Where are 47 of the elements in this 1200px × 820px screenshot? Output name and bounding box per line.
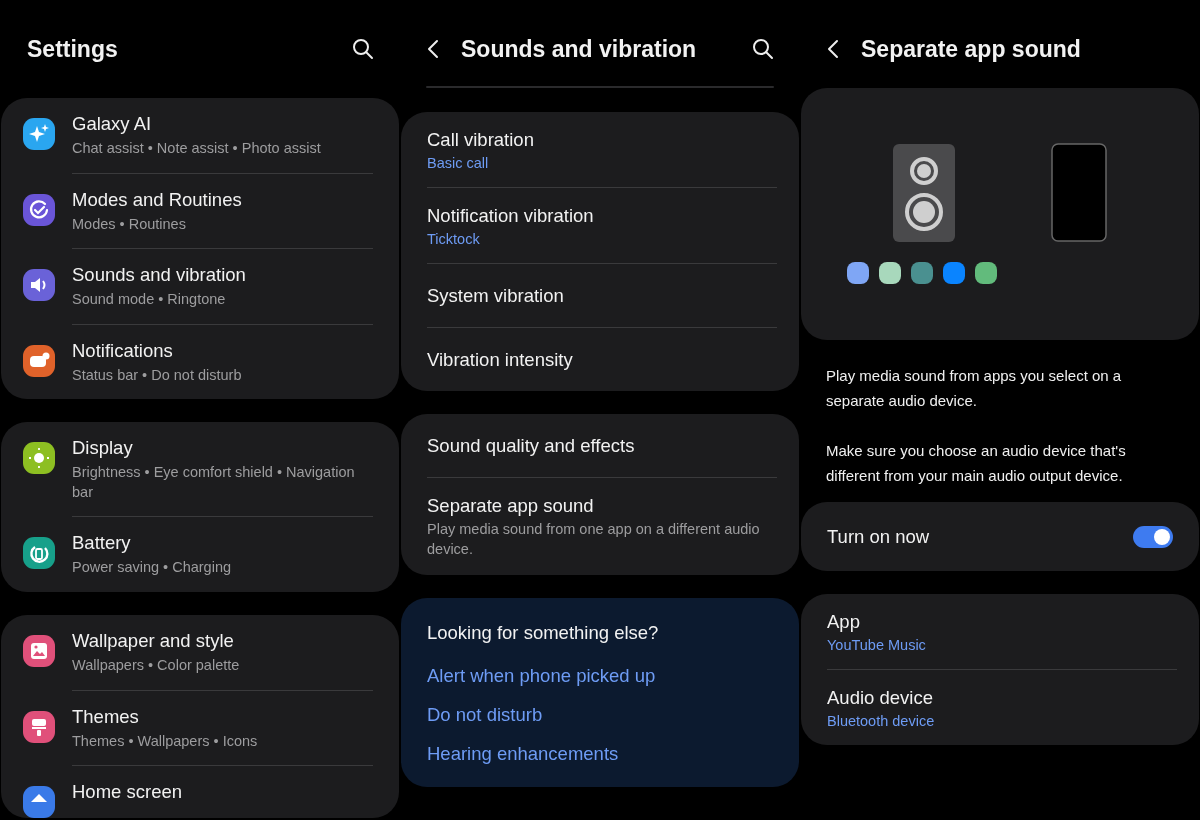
settings-item-title[interactable]: Notifications — [72, 339, 373, 362]
settings-item-subtitle: Themes • Wallpapers • Icons — [72, 731, 259, 751]
speaker-icon — [893, 143, 955, 242]
description-text: Make sure you choose an audio device that's different from your main audio output device. — [826, 441, 1127, 486]
setting-description: Play media sound from one app on a different audio device. — [427, 520, 761, 559]
settings-item-subtitle: Modes • Routines — [72, 214, 187, 234]
toggle-label: Turn on now — [827, 525, 931, 548]
settings-item-title[interactable]: Audio device — [827, 687, 1177, 709]
settings-item-title[interactable]: Home screen — [72, 781, 373, 804]
settings-item-title[interactable]: System vibration — [427, 285, 777, 307]
back-icon[interactable] — [827, 39, 839, 59]
settings-item-title[interactable]: Separate app sound — [427, 495, 777, 517]
phone-icon — [1051, 143, 1107, 242]
suggestion-link[interactable]: Do not disturb — [427, 704, 773, 727]
settings-item-title[interactable]: Sounds and vibration — [72, 264, 373, 287]
suggestion-link[interactable]: Hearing enhancements — [427, 743, 773, 766]
setting-value: Basic call — [427, 155, 490, 171]
settings-item-title[interactable]: Galaxy AI — [72, 113, 373, 135]
settings-item-title[interactable]: Themes — [72, 705, 373, 728]
settings-item-title[interactable]: Wallpaper and style — [72, 629, 373, 652]
setting-value: Bluetooth device — [827, 713, 936, 729]
page-title: Settings — [27, 35, 119, 63]
setting-value: YouTube Music — [827, 637, 927, 653]
back-icon[interactable] — [427, 39, 439, 59]
settings-item-title[interactable]: Modes and Routines — [72, 188, 373, 211]
settings-item-subtitle: Chat assist • Note assist • Photo assist — [72, 139, 322, 158]
settings-item-title[interactable]: Vibration intensity — [427, 349, 777, 371]
suggestion-link[interactable]: Alert when phone picked up — [427, 665, 773, 688]
settings-item-subtitle: Wallpapers • Color palette — [72, 655, 241, 675]
suggestions-title: Looking for something else? — [427, 622, 660, 645]
settings-item-title[interactable]: Call vibration — [427, 129, 777, 151]
toggle-switch[interactable] — [1133, 525, 1173, 548]
setting-value: Ticktock — [427, 231, 481, 247]
settings-item-subtitle: Power saving • Charging — [72, 558, 233, 578]
search-icon[interactable] — [752, 38, 774, 60]
settings-item-title[interactable]: App — [827, 611, 1177, 633]
search-icon[interactable] — [352, 38, 374, 60]
settings-item-subtitle: Brightness • Eye comfort shield • Navigation bar — [72, 463, 356, 502]
settings-item-title[interactable]: Notification vibration — [427, 205, 777, 227]
description-text: Play media sound from apps you select on a separate audio device. — [826, 366, 1123, 411]
page-title: Separate app sound — [861, 35, 1082, 63]
settings-item-title[interactable]: Sound quality and effects — [427, 435, 777, 457]
settings-item-subtitle: Status bar • Do not disturb — [72, 365, 243, 385]
page-title: Sounds and vibration — [461, 35, 698, 63]
settings-item-title[interactable]: Display — [72, 437, 373, 460]
settings-item-title[interactable]: Battery — [72, 532, 373, 555]
settings-item-subtitle: Sound mode • Ringtone — [72, 290, 227, 310]
